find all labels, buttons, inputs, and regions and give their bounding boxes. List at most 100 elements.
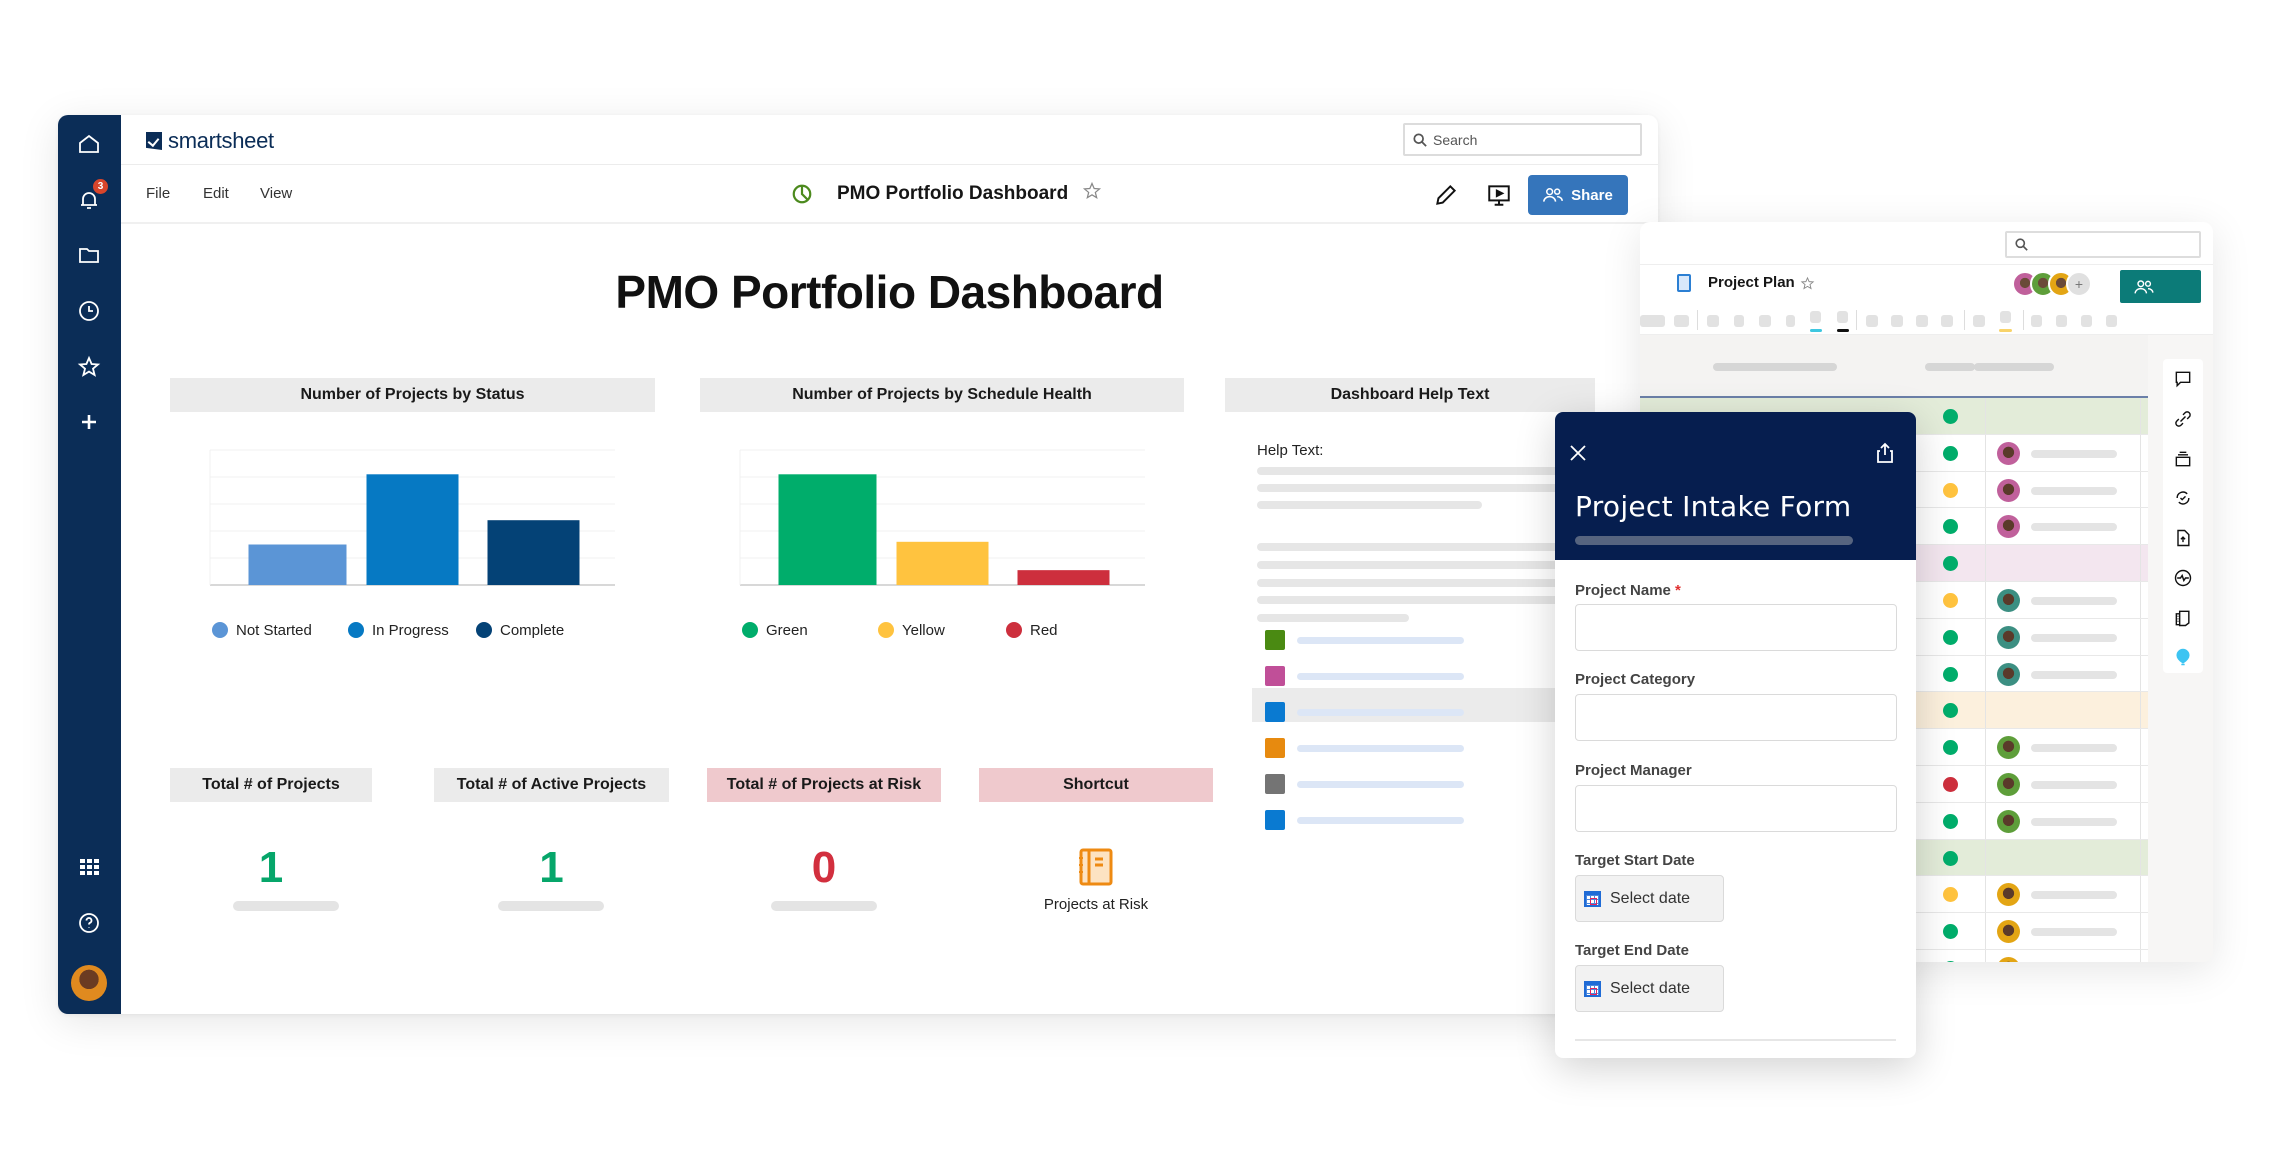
column-header[interactable] <box>1713 363 1837 371</box>
assignee-avatar[interactable] <box>1997 772 2020 796</box>
publish-icon[interactable] <box>2173 528 2193 548</box>
assignee-avatar[interactable] <box>1997 588 2020 612</box>
app-launcher-grid-icon[interactable] <box>74 852 104 882</box>
fill-color-button[interactable] <box>1810 311 1821 323</box>
plan-search-input[interactable] <box>2005 231 2201 258</box>
close-icon[interactable] <box>1567 442 1589 464</box>
toolbar-button[interactable] <box>1674 315 1689 327</box>
star-icon[interactable] <box>74 352 104 382</box>
column-header[interactable] <box>1925 363 1975 371</box>
plus-icon[interactable] <box>74 407 104 437</box>
bar-green[interactable] <box>778 474 877 585</box>
status-indicator[interactable] <box>1943 776 1958 792</box>
toolbar-button[interactable] <box>1866 315 1878 327</box>
attachment-icon[interactable] <box>2173 409 2193 429</box>
summary-icon[interactable] <box>2173 608 2193 628</box>
edit-pencil-icon[interactable] <box>1433 182 1459 208</box>
status-indicator[interactable] <box>1943 850 1958 866</box>
search-input[interactable]: Search <box>1403 123 1642 156</box>
document-toolbar: File Edit View PMO Portfolio Dashboard S… <box>121 165 1658 224</box>
field-label-project-manager: Project Manager <box>1575 762 1692 779</box>
assignee-avatar[interactable] <box>1997 515 2020 539</box>
activity-log-icon[interactable] <box>2173 568 2193 588</box>
add-collaborator-button[interactable]: + <box>2066 271 2092 297</box>
project-category-input[interactable] <box>1575 694 1897 741</box>
sheet-icon <box>1677 274 1691 292</box>
column-header[interactable] <box>1974 363 2054 371</box>
target-start-date-picker[interactable]: Select date <box>1575 875 1724 922</box>
toolbar-button[interactable] <box>1786 315 1795 327</box>
bell-icon[interactable]: 3 <box>74 179 108 215</box>
column-divider <box>1985 398 1986 434</box>
assignee-avatar[interactable] <box>1997 736 2020 760</box>
status-indicator[interactable] <box>1943 703 1958 719</box>
bar-red[interactable] <box>1017 570 1110 585</box>
toolbar-button[interactable] <box>1891 315 1903 327</box>
assignee-avatar[interactable] <box>1997 662 2020 686</box>
status-indicator[interactable] <box>1943 887 1958 903</box>
update-request-icon[interactable] <box>2173 488 2193 508</box>
toolbar-button[interactable] <box>1734 315 1744 327</box>
toolbar-button[interactable] <box>2031 315 2042 327</box>
status-indicator[interactable] <box>1943 813 1958 829</box>
bar-complete[interactable] <box>487 520 580 585</box>
help-text-line <box>1257 561 1577 569</box>
assignee-avatar[interactable] <box>1997 478 2020 502</box>
status-indicator[interactable] <box>1943 924 1958 940</box>
assignee-avatar[interactable] <box>1997 956 2020 962</box>
toolbar-button[interactable] <box>1707 315 1719 327</box>
status-indicator[interactable] <box>1943 666 1958 682</box>
comment-icon[interactable] <box>2173 369 2193 389</box>
bar-not-started[interactable] <box>248 544 347 586</box>
plan-share-button[interactable] <box>2120 270 2201 303</box>
assignee-avatar[interactable] <box>1997 883 2020 907</box>
status-indicator[interactable] <box>1943 960 1958 962</box>
present-icon[interactable] <box>1486 182 1512 208</box>
status-indicator[interactable] <box>1943 409 1958 424</box>
clock-icon[interactable] <box>74 296 104 326</box>
status-indicator[interactable] <box>1943 629 1958 645</box>
assignee-avatar[interactable] <box>1997 625 2020 649</box>
assignee-avatar[interactable] <box>1997 441 2020 465</box>
favorite-star-icon[interactable] <box>1082 181 1102 206</box>
bar-yellow[interactable] <box>896 541 989 585</box>
menu-file[interactable]: File <box>146 185 170 202</box>
status-indicator[interactable] <box>1943 519 1958 535</box>
toolbar-button[interactable] <box>1941 315 1953 327</box>
text-color-button[interactable] <box>1837 311 1848 323</box>
status-indicator[interactable] <box>1943 482 1958 498</box>
tips-balloon-icon[interactable] <box>2173 647 2193 667</box>
toolbar-button[interactable] <box>2081 315 2092 327</box>
favorite-star-icon[interactable] <box>1800 276 1815 296</box>
toolbar-button[interactable] <box>1640 315 1665 327</box>
share-export-icon[interactable] <box>1874 442 1896 464</box>
highlight-button[interactable] <box>2000 311 2011 323</box>
status-indicator[interactable] <box>1943 445 1958 461</box>
project-manager-input[interactable] <box>1575 785 1897 832</box>
toolbar-button[interactable] <box>2056 315 2067 327</box>
help-text-line <box>1257 484 1577 492</box>
smartsheet-logo[interactable]: smartsheet <box>146 128 274 154</box>
user-avatar[interactable] <box>71 965 107 1001</box>
status-indicator[interactable] <box>1943 556 1958 572</box>
status-indicator[interactable] <box>1943 592 1958 608</box>
proofing-icon[interactable] <box>2173 449 2193 469</box>
toolbar-button[interactable] <box>1973 315 1985 327</box>
column-header-row <box>1640 335 2148 398</box>
project-name-input[interactable] <box>1575 604 1897 651</box>
toolbar-button[interactable] <box>1916 315 1928 327</box>
shortcut-projects-at-risk[interactable]: Projects at Risk <box>979 848 1213 913</box>
assignee-avatar[interactable] <box>1997 920 2020 944</box>
status-indicator[interactable] <box>1943 740 1958 756</box>
bar-in-progress[interactable] <box>366 474 459 585</box>
toolbar-button[interactable] <box>1759 315 1771 327</box>
share-button[interactable]: Share <box>1528 175 1628 215</box>
help-icon[interactable] <box>74 908 104 938</box>
menu-view[interactable]: View <box>260 185 292 202</box>
target-end-date-picker[interactable]: Select date <box>1575 965 1724 1012</box>
menu-edit[interactable]: Edit <box>203 185 229 202</box>
folder-icon[interactable] <box>74 240 104 270</box>
home-icon[interactable] <box>74 129 104 159</box>
assignee-avatar[interactable] <box>1997 809 2020 833</box>
toolbar-button[interactable] <box>2106 315 2117 327</box>
